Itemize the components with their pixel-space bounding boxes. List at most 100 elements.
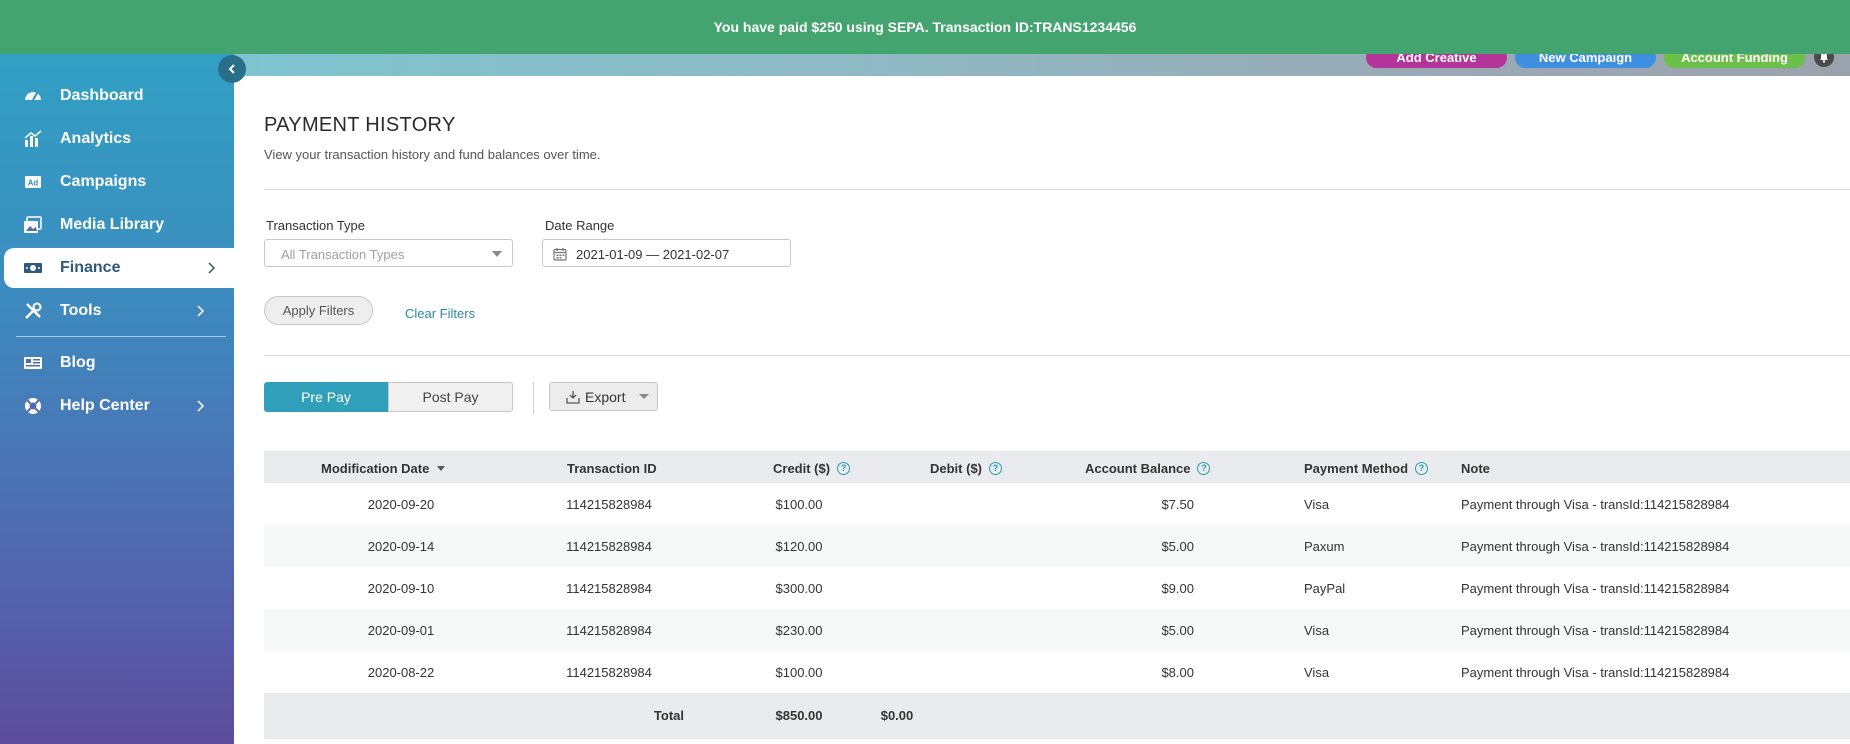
sidebar-item-help-center[interactable]: Help Center [4, 386, 234, 426]
cell-credit: $230.00 [775, 623, 823, 638]
date-range-label: Date Range [545, 218, 615, 233]
cell-note: Payment through Visa - transId:114215828… [1461, 497, 1730, 512]
lifebuoy-icon [4, 396, 60, 416]
chevron-down-icon [639, 394, 650, 399]
images-icon [4, 215, 60, 235]
sidebar-collapse-button[interactable] [218, 55, 246, 83]
column-header-modification-date[interactable]: Modification Date [321, 461, 446, 476]
bar-chart-icon [4, 129, 60, 149]
sidebar-item-label: Blog [60, 354, 96, 371]
column-header-credit: Credit ($) ? [773, 461, 851, 476]
date-range-value: 2021-01-09 — 2021-02-07 [576, 247, 730, 262]
column-header-label: Account Balance [1085, 461, 1191, 476]
money-icon [4, 258, 60, 278]
column-header-label: Debit ($) [930, 461, 982, 476]
cell-credit: $120.00 [775, 539, 823, 554]
cell-transaction-id: 114215828984 [566, 497, 652, 512]
column-header-account-balance: Account Balance ? [1085, 461, 1211, 476]
cell-note: Payment through Visa - transId:114215828… [1461, 539, 1730, 554]
download-icon [566, 390, 580, 404]
column-header-label: Transaction ID [567, 461, 657, 476]
prepay-tab[interactable]: Pre Pay [264, 382, 388, 412]
total-label: Total [653, 708, 684, 723]
column-header-note: Note [1461, 461, 1490, 476]
help-icon[interactable]: ? [837, 462, 851, 475]
column-header-label: Payment Method [1304, 461, 1409, 476]
sidebar-item-analytics[interactable]: Analytics [4, 119, 234, 159]
clear-filters-link[interactable]: Clear Filters [405, 306, 475, 321]
transaction-type-select[interactable]: All Transaction Types [264, 239, 513, 267]
total-debit: $0.00 [880, 708, 914, 723]
chevron-left-icon [228, 64, 235, 74]
help-icon[interactable]: ? [989, 462, 1002, 475]
cell-date: 2020-09-20 [367, 497, 435, 512]
sidebar-item-label: Finance [60, 259, 121, 276]
sidebar-item-campaigns[interactable]: Ad Campaigns [4, 162, 234, 202]
cell-credit: $100.00 [775, 665, 823, 680]
cell-note: Payment through Visa - transId:114215828… [1461, 665, 1730, 680]
newspaper-icon [4, 353, 60, 373]
apply-filters-button[interactable]: Apply Filters [264, 296, 373, 325]
column-header-payment-method: Payment Method ? [1304, 461, 1429, 476]
sidebar-divider [16, 336, 226, 337]
sidebar-item-label: Tools [60, 302, 102, 319]
cell-note: Payment through Visa - transId:114215828… [1461, 623, 1730, 638]
cell-balance: $5.00 [1161, 539, 1194, 554]
table-header: Modification Date Transaction ID Credit … [264, 451, 1850, 483]
sidebar-item-label: Campaigns [60, 173, 147, 190]
column-header-label: Note [1461, 461, 1490, 476]
table-row: 2020-09-10 114215828984 $300.00 $9.00 Pa… [264, 567, 1850, 609]
cell-transaction-id: 114215828984 [566, 581, 652, 596]
table-row: 2020-09-01 114215828984 $230.00 $5.00 Vi… [264, 609, 1850, 651]
help-icon[interactable]: ? [1197, 462, 1211, 475]
page-subtitle: View your transaction history and fund b… [264, 147, 601, 162]
sidebar-item-dashboard[interactable]: Dashboard [4, 76, 234, 116]
total-credit: $850.00 [775, 708, 823, 723]
transaction-type-label: Transaction Type [266, 218, 365, 233]
date-range-input[interactable]: 2021-01-09 — 2021-02-07 [542, 239, 791, 267]
sidebar-item-finance[interactable]: Finance [4, 248, 245, 288]
chevron-right-icon [197, 305, 205, 317]
cell-balance: $9.00 [1161, 581, 1194, 596]
cell-transaction-id: 114215828984 [566, 623, 652, 638]
table-row: 2020-09-20 114215828984 $100.00 $7.50 Vi… [264, 483, 1850, 525]
cell-payment-method: Paxum [1304, 539, 1345, 554]
chevron-down-icon [492, 251, 502, 257]
calendar-icon [553, 248, 567, 261]
table-row: 2020-09-14 114215828984 $120.00 $5.00 Pa… [264, 525, 1850, 567]
sidebar-item-blog[interactable]: Blog [4, 343, 234, 383]
column-header-debit: Debit ($) ? [930, 461, 1002, 476]
payment-success-banner: You have paid $250 using SEPA. Transacti… [0, 0, 1850, 54]
sidebar-item-tools[interactable]: Tools [4, 291, 234, 331]
cell-payment-method: Visa [1304, 665, 1330, 680]
cell-date: 2020-09-10 [367, 581, 435, 596]
sidebar-item-label: Analytics [60, 130, 132, 147]
cell-credit: $300.00 [775, 581, 823, 596]
sidebar-item-media-library[interactable]: Media Library [4, 205, 234, 245]
ad-icon: Ad [4, 172, 60, 192]
transaction-type-placeholder: All Transaction Types [281, 247, 405, 262]
table-row: 2020-08-22 114215828984 $100.00 $8.00 Vi… [264, 651, 1850, 693]
sort-desc-icon[interactable] [437, 466, 446, 471]
cell-balance: $8.00 [1161, 665, 1194, 680]
table-total-row: Total $850.00 $0.00 [264, 693, 1850, 739]
cell-date: 2020-09-14 [367, 539, 435, 554]
postpay-tab[interactable]: Post Pay [388, 382, 513, 412]
toolbar-separator [533, 382, 534, 414]
cell-note: Payment through Visa - transId:114215828… [1461, 581, 1730, 596]
column-header-label: Credit ($) [773, 461, 831, 476]
svg-text:Ad: Ad [28, 179, 39, 188]
sidebar-item-label: Dashboard [60, 87, 144, 104]
export-label: Export [585, 388, 626, 405]
speedometer-icon [4, 86, 60, 106]
export-button[interactable]: Export [549, 382, 658, 411]
page-title: PAYMENT HISTORY [264, 114, 456, 136]
column-header-label: Modification Date [321, 461, 430, 476]
tools-icon [4, 301, 60, 321]
divider [264, 355, 1850, 356]
cell-balance: $7.50 [1161, 497, 1194, 512]
cell-payment-method: Visa [1304, 497, 1330, 512]
cell-date: 2020-09-01 [367, 623, 435, 638]
help-icon[interactable]: ? [1415, 462, 1429, 475]
cell-date: 2020-08-22 [367, 665, 435, 680]
